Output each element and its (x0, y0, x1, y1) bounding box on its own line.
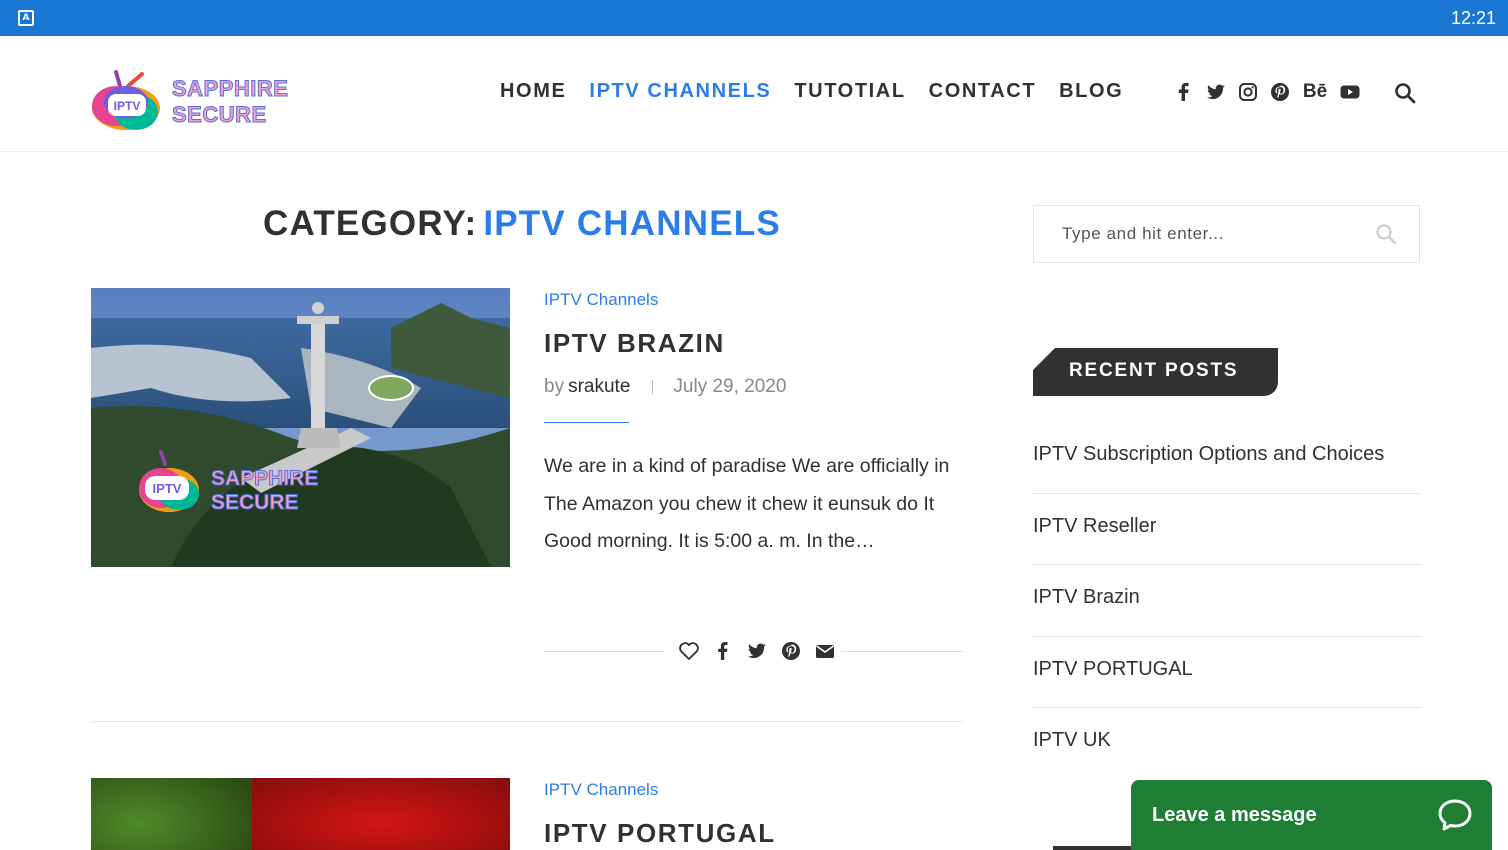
logo-line-1: SAPPHIRE (171, 76, 289, 102)
share-facebook-icon[interactable] (712, 640, 734, 662)
sidebar-search-input[interactable] (1034, 206, 1364, 262)
post-meta: by srakute July 29, 2020 (544, 376, 786, 398)
share-divider-left (544, 651, 664, 652)
tv-logo-icon: IPTV (92, 70, 160, 130)
post-thumbnail-image (91, 778, 510, 850)
post-card: IPTV SAPPHIRE SECURE IPTV Channels IPTV … (91, 288, 963, 722)
svg-text:SECURE: SECURE (211, 491, 299, 514)
chat-label: Leave a message (1152, 804, 1317, 826)
share-icons (678, 640, 836, 662)
twitter-icon[interactable] (1206, 82, 1226, 102)
post-title[interactable]: IPTV PORTUGAL (544, 818, 776, 849)
site-logo[interactable]: IPTV SAPPHIRE SECURE (88, 52, 288, 136)
logo-line-2: SECURE (171, 102, 267, 128)
recent-post-link[interactable]: IPTV Brazin (1033, 565, 1420, 637)
post-card: IPTV Channels IPTV PORTUGAL (91, 778, 963, 850)
share-pinterest-icon[interactable] (780, 640, 802, 662)
leave-message-chat-button[interactable]: Leave a message (1131, 780, 1492, 850)
title-underline (544, 422, 629, 423)
youtube-icon[interactable] (1340, 82, 1360, 102)
category-label: CATEGORY: (263, 204, 478, 243)
search-icon[interactable] (1394, 82, 1416, 104)
chat-bubble-icon (1438, 799, 1472, 831)
recent-posts-heading: RECENT POSTS (1033, 348, 1278, 396)
logo-wordmark: SAPPHIRE SECURE (171, 76, 289, 128)
main-nav: HOME IPTV CHANNELS TUTOTIAL CONTACT BLOG (500, 80, 1146, 103)
site-header: IPTV SAPPHIRE SECURE HOME IPTV CHANNELS … (0, 36, 1508, 152)
post-by-label: by (544, 376, 565, 397)
heart-icon[interactable] (678, 640, 700, 662)
share-divider-right (841, 651, 963, 652)
nav-home[interactable]: HOME (500, 80, 566, 103)
category-name: IPTV CHANNELS (483, 204, 781, 243)
svg-text:SAPPHIRE: SAPPHIRE (211, 467, 318, 490)
post-thumbnail-image: IPTV SAPPHIRE SECURE (91, 288, 510, 567)
share-email-icon[interactable] (814, 640, 836, 662)
social-links: Bē (1174, 82, 1360, 102)
post-date: July 29, 2020 (673, 376, 787, 397)
recent-posts-title: RECENT POSTS (1069, 360, 1239, 381)
sidebar-search (1033, 205, 1420, 263)
share-twitter-icon[interactable] (746, 640, 768, 662)
nav-blog[interactable]: BLOG (1059, 80, 1123, 103)
post-category-link[interactable]: IPTV Channels (544, 780, 658, 800)
instagram-icon[interactable] (1238, 82, 1258, 102)
android-status-bar: A 12:21 (0, 0, 1508, 36)
nav-tutotial[interactable]: TUTOTIAL (794, 80, 905, 103)
post-share-bar (544, 638, 963, 666)
nav-contact[interactable]: CONTACT (929, 80, 1036, 103)
recent-post-link[interactable]: IPTV Reseller (1033, 494, 1420, 565)
post-thumbnail[interactable]: IPTV SAPPHIRE SECURE (91, 288, 510, 567)
svg-text:IPTV: IPTV (114, 99, 141, 113)
pinterest-icon[interactable] (1270, 82, 1290, 102)
recent-post-link[interactable]: IPTV PORTUGAL (1033, 637, 1420, 708)
post-thumbnail[interactable] (91, 778, 510, 850)
recent-posts-list: IPTV Subscription Options and Choices IP… (1033, 422, 1420, 780)
search-icon[interactable] (1375, 223, 1397, 245)
svg-text:IPTV: IPTV (153, 481, 182, 496)
post-author-link[interactable]: srakute (568, 376, 630, 397)
post-category-link[interactable]: IPTV Channels (544, 290, 658, 310)
facebook-icon[interactable] (1174, 82, 1194, 102)
status-clock: 12:21 (1450, 8, 1496, 28)
behance-icon[interactable]: Bē (1302, 82, 1328, 102)
sidebar-widget-heading-stub (1053, 846, 1133, 850)
recent-post-link[interactable]: IPTV UK (1033, 708, 1420, 780)
post-title[interactable]: IPTV BRAZIN (544, 328, 725, 359)
nav-iptv-channels[interactable]: IPTV CHANNELS (589, 80, 771, 103)
post-excerpt: We are in a kind of paradise We are offi… (544, 455, 950, 552)
app-notification-icon: A (18, 10, 34, 26)
category-heading: CATEGORY: IPTV CHANNELS (263, 204, 781, 244)
meta-separator (652, 379, 654, 394)
recent-post-link[interactable]: IPTV Subscription Options and Choices (1033, 422, 1420, 494)
